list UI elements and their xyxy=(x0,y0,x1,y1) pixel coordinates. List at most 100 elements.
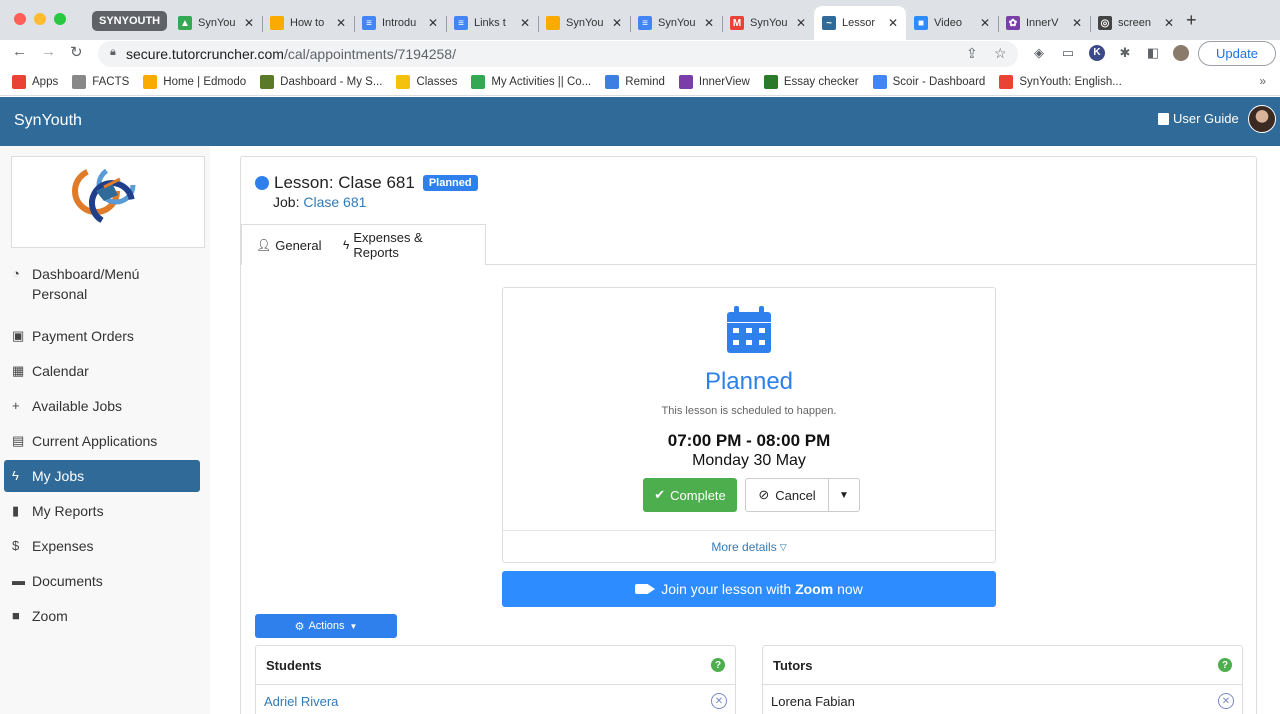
lesson-title: Lesson: Clase 681 xyxy=(274,173,415,192)
bookmark-star-icon[interactable]: ☆ xyxy=(994,45,1007,62)
bookmark-item[interactable]: Home | Edmodo xyxy=(143,74,246,89)
browser-tab[interactable]: ✿ InnerV ✕ xyxy=(998,8,1090,38)
browser-tab[interactable]: ■ Video ✕ xyxy=(906,8,998,38)
reading-list-icon[interactable]: ▭ xyxy=(1060,45,1076,61)
side-panel-icon[interactable]: ◧ xyxy=(1145,45,1161,61)
join-zoom-button[interactable]: Join your lesson with Zoom now xyxy=(502,571,996,607)
tab-title: InnerV xyxy=(1026,17,1059,29)
bookmarks-overflow-icon[interactable]: » xyxy=(1259,74,1266,88)
sidebar-item[interactable]: $ Expenses xyxy=(4,530,200,562)
browser-tab[interactable]: How to ✕ xyxy=(262,8,354,38)
bookmark-favicon-icon xyxy=(872,74,887,89)
browser-tab[interactable]: SynYou ✕ xyxy=(538,8,630,38)
tab-expenses-reports[interactable]: ϟ Expenses & Reports xyxy=(329,224,486,265)
more-actions-dropdown[interactable]: ▼ xyxy=(828,478,860,512)
browser-tab[interactable]: ≡ Links t ✕ xyxy=(446,8,538,38)
close-tab-icon[interactable]: ✕ xyxy=(796,16,806,30)
share-icon[interactable]: ⇪ xyxy=(966,45,978,62)
bookmark-item[interactable]: Apps xyxy=(12,74,58,89)
lesson-header: Lesson: Clase 681 Planned xyxy=(255,173,478,193)
status-subtitle: This lesson is scheduled to happen. xyxy=(661,405,837,417)
bookmark-favicon-icon xyxy=(396,74,411,89)
tab-title: Links t xyxy=(474,17,506,29)
close-tab-icon[interactable]: ✕ xyxy=(612,16,622,30)
close-tab-icon[interactable]: ✕ xyxy=(1072,16,1082,30)
close-tab-icon[interactable]: ✕ xyxy=(428,16,438,30)
sidebar-item[interactable]: + Available Jobs xyxy=(4,390,200,422)
bookmark-item[interactable]: Classes xyxy=(396,74,457,89)
money-icon: ▣ xyxy=(12,328,25,343)
remove-icon[interactable]: ✕ xyxy=(711,693,727,709)
user-guide-link[interactable]: User Guide xyxy=(1158,111,1239,126)
sidebar-item[interactable]: ▣ Payment Orders xyxy=(4,320,200,352)
favicon-icon xyxy=(546,16,560,30)
bookmark-item[interactable]: Scoir - Dashboard xyxy=(872,74,985,89)
puzzle-icon[interactable]: ✱ xyxy=(1117,45,1133,61)
minimize-window-button[interactable] xyxy=(34,13,46,25)
brand-name[interactable]: SynYouth xyxy=(14,112,82,130)
profile-icon[interactable] xyxy=(1173,45,1189,61)
new-tab-button[interactable]: + xyxy=(1186,10,1197,31)
bookmark-item[interactable]: InnerView xyxy=(678,74,750,89)
sidebar-item[interactable]: ▤ Current Applications xyxy=(4,425,200,457)
bookmark-favicon-icon xyxy=(999,74,1014,89)
complete-button[interactable]: ✔ Complete xyxy=(643,478,737,512)
lesson-date: Monday 30 May xyxy=(692,452,806,469)
browser-tab[interactable]: M SynYou ✕ xyxy=(722,8,814,38)
bookmark-item[interactable]: Essay checker xyxy=(763,74,859,89)
forward-icon[interactable]: → xyxy=(41,43,56,60)
close-tab-icon[interactable]: ✕ xyxy=(980,16,990,30)
k-extension-icon[interactable]: K xyxy=(1089,45,1105,61)
close-tab-icon[interactable]: ✕ xyxy=(336,16,346,30)
maximize-window-button[interactable] xyxy=(54,13,66,25)
sidebar-item[interactable]: ▦ Calendar xyxy=(4,355,200,387)
help-icon[interactable]: ? xyxy=(1218,658,1232,672)
sidebar-item[interactable]: ◔ Dashboard/Menú Personal xyxy=(4,258,200,310)
favicon-icon: ◎ xyxy=(1098,16,1112,30)
bookmark-item[interactable]: SynYouth: English... xyxy=(999,74,1122,89)
sidebar-item[interactable]: ▬ Documents xyxy=(4,565,200,597)
tab-title: How to xyxy=(290,17,325,29)
browser-tab[interactable]: ◎ screen ✕ xyxy=(1090,8,1182,38)
back-icon[interactable]: ← xyxy=(12,43,27,60)
bookmark-item[interactable]: My Activities || Co... xyxy=(471,74,591,89)
bookmark-favicon-icon xyxy=(678,74,693,89)
remove-icon[interactable]: ✕ xyxy=(1218,693,1234,709)
help-icon[interactable]: ? xyxy=(711,658,725,672)
close-tab-icon[interactable]: ✕ xyxy=(704,16,714,30)
user-icon: 👤︎ xyxy=(256,238,272,252)
close-tab-icon[interactable]: ✕ xyxy=(244,16,254,30)
ban-icon: ⊘ xyxy=(758,487,770,502)
browser-tab[interactable]: ≡ SynYou ✕ xyxy=(630,8,722,38)
tab-general[interactable]: 👤︎ General xyxy=(241,224,330,265)
browser-tab[interactable]: ▲ SynYou ✕ xyxy=(170,8,262,38)
job-link[interactable]: Clase 681 xyxy=(303,194,366,210)
bookmark-item[interactable]: Dashboard - My S... xyxy=(260,74,382,89)
browser-tab[interactable]: ≡ Introdu ✕ xyxy=(354,8,446,38)
user-avatar[interactable] xyxy=(1248,105,1276,133)
browser-tab[interactable]: ~ Lessor ✕ xyxy=(814,6,906,40)
report-icon: ▮ xyxy=(12,503,20,518)
close-window-button[interactable] xyxy=(14,13,26,25)
reload-icon[interactable]: ↻ xyxy=(70,43,83,61)
close-tab-icon[interactable]: ✕ xyxy=(1164,16,1174,30)
bolt-icon: ϟ xyxy=(343,238,350,252)
student-link[interactable]: Adriel Rivera xyxy=(264,694,338,709)
favicon-icon: ≡ xyxy=(362,16,376,30)
close-tab-icon[interactable]: ✕ xyxy=(888,16,898,30)
address-bar[interactable]: 🔒︎ secure.tutorcruncher.com/cal/appointm… xyxy=(98,41,1018,67)
sidebar-item[interactable]: ▮ My Reports xyxy=(4,495,200,527)
actions-dropdown-button[interactable]: ⚙ Actions ▼ xyxy=(255,614,397,638)
tab-group-label[interactable]: SYNYOUTH xyxy=(92,11,168,31)
bookmark-item[interactable]: Remind xyxy=(605,74,665,89)
more-details-toggle[interactable]: More details ▽ xyxy=(503,530,995,563)
update-button[interactable]: Update xyxy=(1198,41,1276,66)
extension-icon[interactable]: ◈ xyxy=(1031,45,1047,61)
bookmark-item[interactable]: FACTS xyxy=(72,74,129,89)
sidebar-item[interactable]: ϟ My Jobs xyxy=(4,460,200,492)
synyouth-logo-icon xyxy=(72,165,136,226)
close-tab-icon[interactable]: ✕ xyxy=(520,16,530,30)
cancel-button[interactable]: ⊘ Cancel xyxy=(745,478,829,512)
list-item: Adriel Rivera ✕ xyxy=(256,685,735,714)
sidebar-item[interactable]: ■ Zoom xyxy=(4,600,200,632)
